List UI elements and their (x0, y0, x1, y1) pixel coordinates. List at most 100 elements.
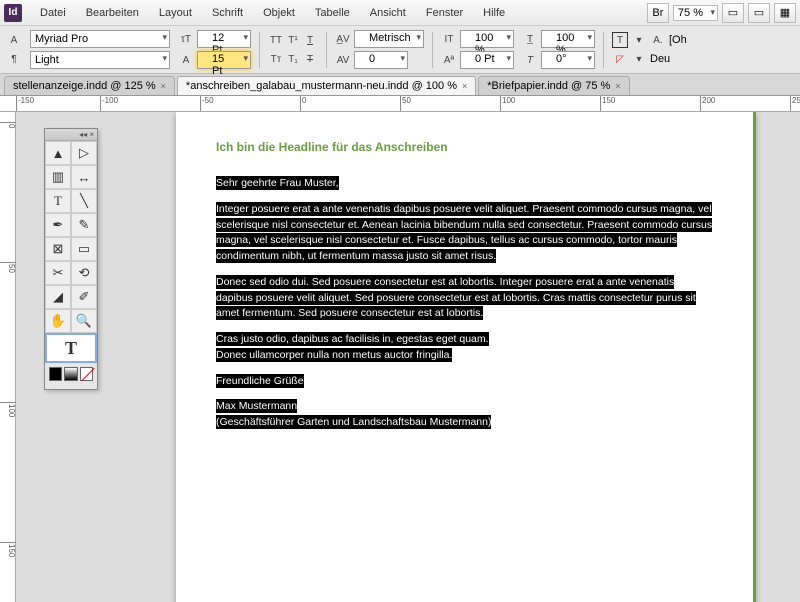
swatch-none[interactable] (80, 367, 93, 381)
swatch-black[interactable] (49, 367, 62, 381)
hand-tool[interactable]: ✋ (45, 309, 71, 333)
rect-tool[interactable]: ▭ (71, 237, 97, 261)
app-icon: Id (4, 4, 22, 22)
font-size-input[interactable]: 12 Pt (197, 30, 251, 48)
line-tool[interactable]: ╲ (71, 189, 97, 213)
chevron-down-icon[interactable]: ▾ (631, 51, 647, 67)
tab-label: *Briefpapier.indd @ 75 % (487, 80, 610, 92)
ruler-vertical[interactable]: 0 50 100 150 (0, 112, 16, 602)
stroke-icon[interactable]: ◸ (612, 51, 628, 67)
ruler-tick: 250 (790, 96, 800, 112)
para-mode-icon[interactable]: ¶ (6, 51, 22, 67)
arrange-icon[interactable]: ▦ (774, 3, 796, 23)
close-icon[interactable]: × (462, 81, 467, 91)
selection-tool[interactable]: ▲ (45, 141, 71, 165)
page[interactable]: Ich bin die Headline für das Anschreiben… (176, 112, 756, 602)
toolbox[interactable]: ◂◂ × ▲ ▷ ▥ ↔ T ╲ ✒ ✎ ⊠ ▭ ✂ ⟲ ◢ ✐ ✋ 🔍 T (44, 128, 98, 390)
tracking-input[interactable]: 0 (354, 51, 408, 69)
workspace: 0 50 100 150 Ich bin die Headline für da… (0, 112, 800, 602)
ruler-tick: -100 (100, 96, 118, 112)
font-family-select[interactable]: Myriad Pro (30, 30, 170, 48)
signature-name[interactable]: Max Mustermann (216, 399, 297, 413)
charstyle-icon[interactable]: A. (650, 32, 666, 48)
tab-stellenanzeige[interactable]: stellenanzeige.indd @ 125 % × (4, 76, 175, 95)
hscale-icon: T̲ (522, 31, 538, 47)
pencil-tool[interactable]: ✎ (71, 213, 97, 237)
fill-icon[interactable]: T (612, 32, 628, 48)
skew-icon: T (522, 52, 538, 68)
menu-layout[interactable]: Layout (149, 4, 202, 22)
ruler-tick: 100 (500, 96, 515, 112)
paragraph-1[interactable]: Integer posuere erat a ante venenatis da… (216, 202, 712, 263)
close-icon[interactable]: × (615, 81, 620, 91)
ruler-tick: 100 (0, 402, 16, 417)
bridge-icon[interactable]: Br (647, 3, 669, 23)
smallcaps-icon[interactable]: Tᴛ (268, 51, 284, 67)
gap-tool[interactable]: ↔ (71, 165, 97, 189)
leading-input[interactable]: 15 Pt (197, 51, 251, 69)
tab-briefpapier[interactable]: *Briefpapier.indd @ 75 % × (478, 76, 629, 95)
rect-frame-tool[interactable]: ⊠ (45, 237, 71, 261)
salutation[interactable]: Sehr geehrte Frau Muster, (216, 176, 339, 190)
baseline-input[interactable]: 0 Pt (460, 51, 514, 69)
menu-schrift[interactable]: Schrift (202, 4, 253, 22)
charstyle-label: [Oh (669, 34, 687, 46)
baseline-icon: Aª (441, 52, 457, 68)
canvas[interactable]: Ich bin die Headline für das Anschreiben… (16, 112, 800, 602)
paragraph-3a[interactable]: Cras justo odio, dapibus ac facilisis in… (216, 332, 489, 346)
skew-input[interactable]: 0° (541, 51, 595, 69)
page-tool[interactable]: ▥ (45, 165, 71, 189)
leading-icon: A͏ (178, 52, 194, 68)
menu-fenster[interactable]: Fenster (416, 4, 473, 22)
kerning-input[interactable]: Metrisch (354, 30, 424, 48)
fill-stroke-indicator[interactable]: T (45, 333, 97, 363)
view-mode-icon[interactable]: ▭ (722, 3, 744, 23)
transform-tool[interactable]: ⟲ (71, 261, 97, 285)
screen-mode-icon[interactable]: ▭ (748, 3, 770, 23)
tab-anschreiben[interactable]: *anschreiben_galabau_mustermann-neu.indd… (177, 76, 476, 95)
font-style-select[interactable]: Light (30, 51, 170, 69)
closing[interactable]: Freundliche Grüße (216, 374, 304, 388)
scissors-tool[interactable]: ✂ (45, 261, 71, 285)
menu-bearbeiten[interactable]: Bearbeiten (76, 4, 149, 22)
paragraph-2[interactable]: Donec sed odio dui. Sed posuere consecte… (216, 275, 696, 321)
pen-tool[interactable]: ✒ (45, 213, 71, 237)
ruler-tick: 50 (400, 96, 411, 112)
direct-select-tool[interactable]: ▷ (71, 141, 97, 165)
chevron-down-icon[interactable]: ▾ (631, 32, 647, 48)
ruler-horizontal[interactable]: -150 -100 -50 0 50 100 150 200 250 (0, 96, 800, 112)
allcaps-icon[interactable]: TT (268, 32, 284, 48)
close-icon[interactable]: × (161, 81, 166, 91)
menu-tabelle[interactable]: Tabelle (305, 4, 360, 22)
eyedropper-tool[interactable]: ✐ (71, 285, 97, 309)
swatch-gradient[interactable] (64, 367, 77, 381)
hscale-input[interactable]: 100 % (541, 30, 595, 48)
signature-role[interactable]: (Geschäftsführer Garten und Landschaftsb… (216, 415, 491, 429)
menu-hilfe[interactable]: Hilfe (473, 4, 515, 22)
ruler-tick: -150 (16, 96, 34, 112)
size-icon: τT (178, 31, 194, 47)
underline-icon[interactable]: T (302, 32, 318, 48)
paragraph-3b[interactable]: Donec ullamcorper nulla non metus auctor… (216, 348, 452, 362)
zoom-tool[interactable]: 🔍 (71, 309, 97, 333)
gradient-tool[interactable]: ◢ (45, 285, 71, 309)
separator (603, 32, 604, 68)
zoom-select[interactable]: 75 % (673, 5, 718, 21)
tab-label: stellenanzeige.indd @ 125 % (13, 80, 156, 92)
headline[interactable]: Ich bin die Headline für das Anschreiben (216, 140, 713, 154)
char-mode-icon[interactable]: A (6, 32, 22, 48)
separator (432, 32, 433, 68)
vscale-input[interactable]: 100 % (460, 30, 514, 48)
menu-ansicht[interactable]: Ansicht (360, 4, 416, 22)
strike-icon[interactable]: T (302, 51, 318, 67)
menu-datei[interactable]: Datei (30, 4, 76, 22)
toolbox-header[interactable]: ◂◂ × (45, 129, 97, 141)
subscript-icon[interactable]: T₁ (285, 51, 301, 67)
superscript-icon[interactable]: T¹ (285, 32, 301, 48)
control-panel: A ¶ Myriad Pro Light τT12 Pt A͏15 Pt TT … (0, 26, 800, 74)
type-tool[interactable]: T (45, 189, 71, 213)
tracking-icon: AV (335, 52, 351, 68)
menu-objekt[interactable]: Objekt (253, 4, 305, 22)
ruler-tick: 0 (300, 96, 306, 112)
ruler-tick: 50 (0, 262, 16, 273)
